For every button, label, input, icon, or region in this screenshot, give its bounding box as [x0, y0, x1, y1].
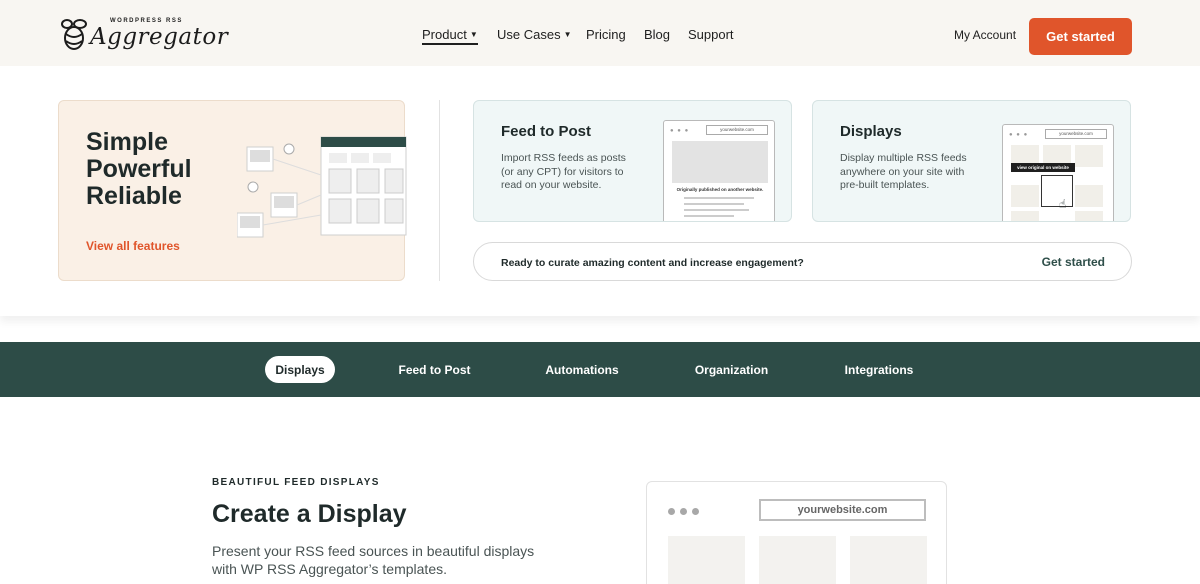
- mock-text-line: [684, 203, 744, 205]
- tab-integrations[interactable]: Integrations: [833, 356, 925, 383]
- cta-bar: Ready to curate amazing content and incr…: [473, 242, 1132, 281]
- bee-icon: [61, 19, 87, 50]
- menu-divider: [439, 100, 440, 281]
- features-title-line: Simple: [86, 128, 168, 156]
- mock-hover-tile: [1041, 175, 1073, 207]
- view-all-features-link[interactable]: View all features: [86, 239, 180, 253]
- section-eyebrow: BEAUTIFUL FEED DISPLAYS: [212, 477, 380, 488]
- tab-displays[interactable]: Displays: [265, 356, 335, 383]
- mock-text-line: [684, 209, 749, 211]
- caret-down-icon: ▼: [563, 30, 572, 39]
- cta-get-started-link[interactable]: Get started: [1042, 255, 1105, 269]
- mock-tile: [1075, 211, 1103, 221]
- preview-tile: [759, 536, 836, 584]
- get-started-button[interactable]: Get started: [1029, 18, 1132, 55]
- feed-to-post-card[interactable]: Feed to Post Import RSS feeds as posts (…: [473, 100, 792, 222]
- nav-use-cases-label: Use Cases: [497, 27, 561, 42]
- features-title-line: Powerful: [86, 155, 192, 183]
- window-dots-icon: [668, 502, 704, 520]
- mock-tile: [1011, 211, 1039, 221]
- feed-to-post-illustration: ● ● ● yourwebsite.com Originally publish…: [663, 120, 775, 221]
- nav-use-cases[interactable]: Use Cases ▼: [497, 27, 572, 42]
- window-dots-icon: ● ● ●: [670, 128, 690, 134]
- card-title: Feed to Post: [501, 123, 592, 140]
- mock-tooltip: view original on website: [1011, 163, 1075, 172]
- nav-product-label: Product: [422, 27, 467, 42]
- displays-card[interactable]: Displays Display multiple RSS feeds anyw…: [812, 100, 1131, 222]
- mock-text-line: [684, 197, 754, 199]
- features-card[interactable]: Simple Powerful Reliable View all featur…: [58, 100, 407, 281]
- logo-main-text: Aggregator: [90, 24, 229, 50]
- mock-url: yourwebsite.com: [706, 125, 768, 135]
- dashboard-illustration: [237, 136, 407, 238]
- tab-feed-to-post[interactable]: Feed to Post: [388, 356, 481, 383]
- tab-automations[interactable]: Automations: [535, 356, 629, 383]
- displays-illustration: ● ● ● yourwebsite.com view original on w…: [1002, 124, 1114, 221]
- caret-down-icon: ▼: [469, 30, 478, 39]
- features-title: Simple Powerful Reliable: [86, 129, 192, 210]
- card-description: Import RSS feeds as posts (or any CPT) f…: [501, 152, 626, 191]
- cta-text: Ready to curate amazing content and incr…: [501, 257, 804, 269]
- nav-product[interactable]: Product ▼: [422, 27, 478, 45]
- site-header: WORDPRESS RSS Aggregator Product ▼ Use Ca…: [0, 0, 1200, 66]
- my-account-link[interactable]: My Account: [954, 28, 1016, 42]
- preview-tile: [668, 536, 745, 584]
- cursor-hand-icon: ☝: [1059, 197, 1067, 211]
- nav-blog[interactable]: Blog: [644, 27, 670, 42]
- preview-tile: [850, 536, 927, 584]
- mock-image: [672, 141, 768, 183]
- features-title-line: Reliable: [86, 182, 182, 210]
- display-preview: yourwebsite.com: [646, 481, 947, 584]
- nav-support[interactable]: Support: [688, 27, 734, 42]
- feature-tabs: Displays Feed to Post Automations Organi…: [0, 342, 1200, 397]
- section-description: Present your RSS feed sources in beautif…: [212, 543, 535, 577]
- product-menu-panel: Simple Powerful Reliable View all featur…: [0, 66, 1200, 316]
- mock-tile: [1075, 185, 1103, 207]
- mock-url: yourwebsite.com: [1045, 129, 1107, 139]
- tab-organization[interactable]: Organization: [684, 356, 779, 383]
- nav-pricing[interactable]: Pricing: [586, 27, 626, 42]
- mock-text-line: [684, 215, 734, 217]
- preview-url: yourwebsite.com: [759, 499, 926, 521]
- mock-caption: Originally published on another website.: [676, 187, 764, 192]
- mock-tile: [1011, 185, 1039, 207]
- card-title: Displays: [840, 123, 902, 140]
- logo[interactable]: WORDPRESS RSS Aggregator: [60, 16, 228, 56]
- mock-tile: [1075, 145, 1103, 167]
- window-dots-icon: ● ● ●: [1009, 132, 1029, 138]
- card-description: Display multiple RSS feeds anywhere on y…: [840, 152, 967, 191]
- section-title: Create a Display: [212, 500, 407, 528]
